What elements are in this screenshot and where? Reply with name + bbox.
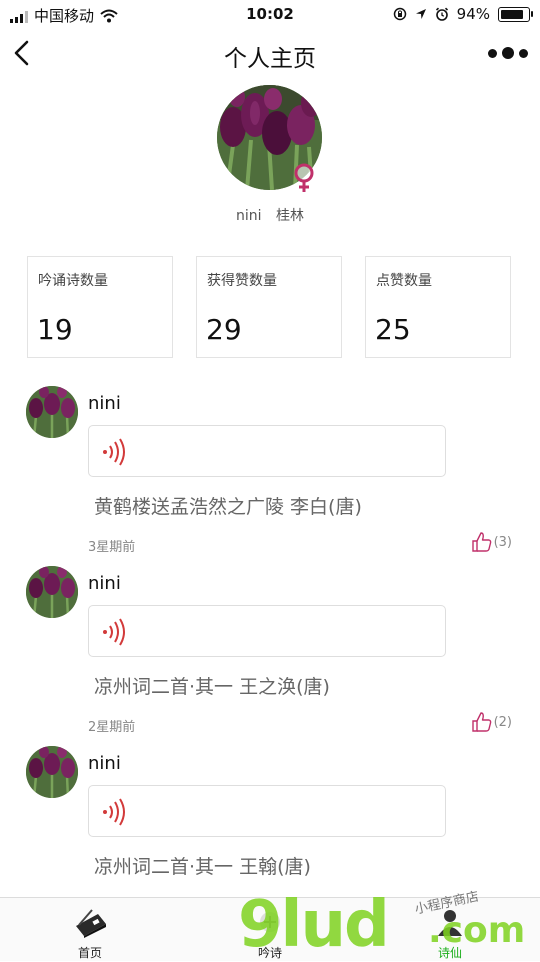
profile-info: nini 桂林 bbox=[0, 205, 540, 225]
battery-level bbox=[501, 9, 523, 19]
post-avatar[interactable] bbox=[26, 566, 78, 618]
tab-label: 诗仙 bbox=[437, 946, 462, 960]
post-author: nini bbox=[88, 573, 121, 594]
stat-value: 29 bbox=[206, 313, 242, 346]
home-icon bbox=[76, 909, 106, 938]
like-button[interactable]: (2) bbox=[471, 711, 512, 733]
stat-likes-given: 点赞数量 25 bbox=[365, 256, 511, 358]
stat-value: 25 bbox=[375, 313, 411, 346]
battery-icon bbox=[498, 6, 533, 22]
stat-label: 吟诵诗数量 bbox=[38, 273, 108, 289]
thumbs-up-icon bbox=[471, 532, 491, 552]
poem-title[interactable]: 黄鹤楼送孟浩然之广陵 李白(唐) bbox=[94, 492, 362, 519]
audio-player[interactable] bbox=[88, 785, 446, 837]
battery-percent: 94% bbox=[456, 5, 490, 23]
status-bar: 中国移动 10:02 94% bbox=[0, 0, 540, 28]
recite-icon bbox=[260, 912, 280, 932]
stat-value: 19 bbox=[37, 313, 73, 346]
more-dots-icon[interactable] bbox=[488, 40, 528, 66]
like-count: (2) bbox=[493, 714, 512, 730]
sound-wave-icon bbox=[103, 438, 125, 466]
post-author: nini bbox=[88, 393, 121, 414]
tab-label: 吟诗 bbox=[257, 946, 282, 960]
post-author: nini bbox=[88, 753, 121, 774]
nav-bar: 个人主页 bbox=[0, 28, 540, 80]
stat-likes-received: 获得赞数量 29 bbox=[196, 256, 342, 358]
stat-label: 获得赞数量 bbox=[207, 273, 277, 289]
tab-label: 首页 bbox=[77, 946, 102, 960]
tab-home[interactable]: 首页 bbox=[30, 898, 150, 961]
alarm-icon bbox=[435, 7, 448, 21]
post-avatar[interactable] bbox=[26, 746, 78, 798]
orientation-lock-icon bbox=[393, 7, 406, 21]
tab-poet[interactable]: 诗仙 bbox=[390, 898, 510, 961]
poem-title[interactable]: 凉州词二首·其一 王之涣(唐) bbox=[94, 672, 330, 699]
audio-player[interactable] bbox=[88, 605, 446, 657]
status-right: 94% bbox=[393, 5, 533, 23]
profile-city: 桂林 bbox=[275, 208, 304, 224]
feed-post: nini 凉州词二首·其一 王之涣(唐) 2星期前 (2) bbox=[0, 566, 540, 746]
audio-player[interactable] bbox=[88, 425, 446, 477]
profile-name: nini bbox=[236, 208, 262, 224]
feed-post: nini 黄鹤楼送孟浩然之广陵 李白(唐) 3星期前 (3) bbox=[0, 386, 540, 566]
sound-wave-icon bbox=[103, 618, 125, 646]
stat-recited-count: 吟诵诗数量 19 bbox=[27, 256, 173, 358]
tab-bar: 首页 吟诗 诗仙 bbox=[0, 897, 540, 961]
like-button[interactable]: (3) bbox=[471, 531, 512, 553]
post-time: 3星期前 bbox=[88, 540, 136, 555]
feed-post: nini 凉州词二首·其一 王翰(唐) bbox=[0, 746, 540, 896]
location-icon bbox=[415, 9, 426, 19]
poet-icon bbox=[438, 910, 462, 936]
female-symbol-icon bbox=[294, 163, 314, 192]
stat-label: 点赞数量 bbox=[376, 273, 432, 289]
sound-wave-icon bbox=[103, 798, 125, 826]
post-avatar[interactable] bbox=[26, 386, 78, 438]
like-count: (3) bbox=[493, 534, 512, 550]
poem-title[interactable]: 凉州词二首·其一 王翰(唐) bbox=[94, 852, 311, 879]
page-title: 个人主页 bbox=[224, 46, 316, 72]
thumbs-up-icon bbox=[471, 712, 491, 732]
post-time: 2星期前 bbox=[88, 720, 136, 735]
tab-recite[interactable]: 吟诗 bbox=[210, 898, 330, 961]
